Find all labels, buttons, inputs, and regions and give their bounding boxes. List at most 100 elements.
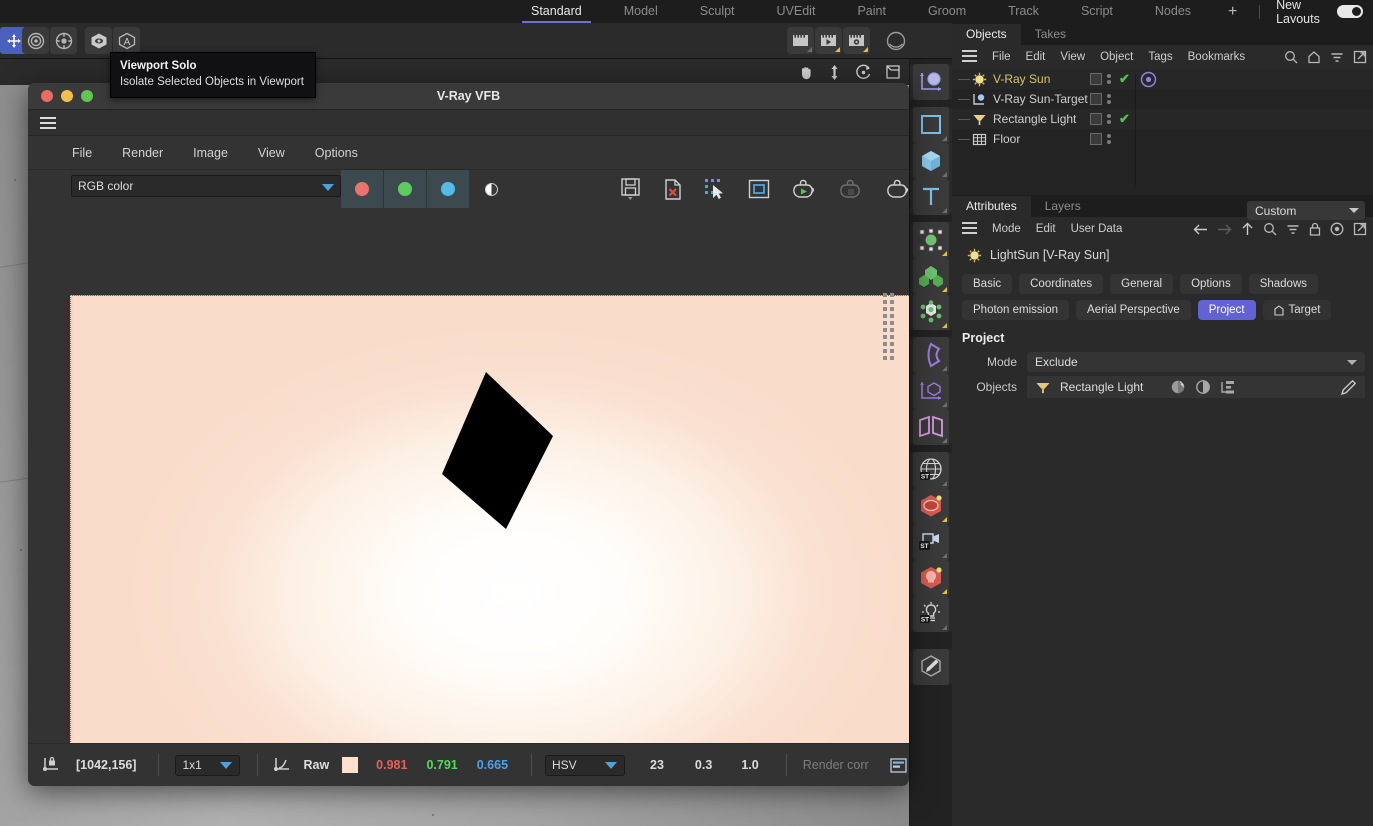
hamburger-icon[interactable] <box>962 221 977 237</box>
deformer-icon[interactable] <box>913 222 949 258</box>
preset-select[interactable]: Custom <box>1247 201 1365 220</box>
hamburger-icon[interactable] <box>40 116 56 129</box>
tab-objects[interactable]: Objects <box>952 24 1021 45</box>
visibility-dots[interactable] <box>1107 114 1111 124</box>
render-settings-icon[interactable] <box>843 27 870 54</box>
vfb-hamburger-bar[interactable] <box>28 110 909 136</box>
visibility-dots[interactable] <box>1107 94 1111 104</box>
tab-groom[interactable]: Groom <box>907 0 987 23</box>
mograph-icon[interactable] <box>913 294 949 330</box>
render-corrections-icon[interactable] <box>890 757 907 773</box>
contrast-toggle-icon[interactable] <box>1195 379 1211 395</box>
tab-nodes[interactable]: Nodes <box>1134 0 1212 23</box>
chip-shadows[interactable]: Shadows <box>1248 274 1319 294</box>
render-view-icon[interactable] <box>787 27 814 54</box>
vray-vfb-window[interactable]: V-Ray VFB File Render Image View Options… <box>28 83 909 786</box>
open-external-icon[interactable] <box>1353 50 1367 64</box>
vray-light-icon[interactable] <box>913 560 949 596</box>
forward-arrow-icon[interactable] <box>1217 223 1232 236</box>
objects-menu-file[interactable]: File <box>992 51 1011 63</box>
attributes-menu-userdata[interactable]: User Data <box>1071 223 1123 235</box>
visibility-dots[interactable] <box>1107 134 1111 144</box>
menu-file[interactable]: File <box>72 146 92 160</box>
environment-sky-icon[interactable]: ST <box>913 452 949 488</box>
tab-layers[interactable]: Layers <box>1031 196 1095 217</box>
up-arrow-icon[interactable] <box>1241 222 1254 236</box>
light-setup-icon[interactable]: ST <box>913 596 949 632</box>
chip-project[interactable]: Project <box>1197 300 1256 320</box>
hierarchy-toggle-icon[interactable] <box>1220 380 1236 395</box>
remove-image-icon[interactable] <box>663 178 683 200</box>
colorspace-select[interactable]: HSV <box>545 754 626 776</box>
dolly-icon[interactable] <box>827 64 842 81</box>
object-tag-icon[interactable] <box>1090 73 1102 85</box>
spline-rectangle-icon[interactable] <box>913 107 949 143</box>
list-item[interactable]: V-Ray Sun ✔ <box>952 69 1373 89</box>
enabled-check-icon[interactable]: ✔ <box>1119 71 1130 87</box>
enabled-check-icon[interactable]: ✔ <box>1119 111 1130 127</box>
chip-target[interactable]: Target <box>1262 300 1332 320</box>
vfb-resize-grip[interactable] <box>883 293 897 373</box>
menu-image[interactable]: Image <box>193 146 228 160</box>
chip-basic[interactable]: Basic <box>962 274 1013 294</box>
viewport-solo-icon[interactable] <box>85 27 112 54</box>
render-stop-icon[interactable] <box>838 178 864 200</box>
axis-cube-icon[interactable] <box>913 373 949 409</box>
green-channel-button[interactable] <box>384 170 427 208</box>
pencil-icon[interactable] <box>1340 379 1357 396</box>
chip-photon-emission[interactable]: Photon emission <box>962 300 1070 320</box>
chip-options[interactable]: Options <box>1180 274 1242 294</box>
filter-icon[interactable] <box>1286 222 1300 236</box>
objects-menu-object[interactable]: Object <box>1100 51 1133 63</box>
attributes-menu-mode[interactable]: Mode <box>992 223 1021 235</box>
object-tag-icon[interactable] <box>1090 113 1102 125</box>
filter-icon[interactable] <box>1330 50 1344 64</box>
tab-paint[interactable]: Paint <box>836 0 907 23</box>
objects-menu-bookmarks[interactable]: Bookmarks <box>1188 51 1246 63</box>
frame-icon[interactable] <box>885 64 901 80</box>
annotation-icon[interactable]: A <box>113 27 140 54</box>
zoom-level-select[interactable]: 1x1 <box>175 754 241 776</box>
tab-model[interactable]: Model <box>603 0 679 23</box>
save-image-icon[interactable] <box>620 177 642 201</box>
edit-paint-icon[interactable] <box>913 649 949 685</box>
object-tag-icon[interactable] <box>1090 93 1102 105</box>
region-render-icon[interactable] <box>704 178 727 200</box>
tab-track[interactable]: Track <box>987 0 1060 23</box>
tab-standard[interactable]: Standard <box>510 0 603 23</box>
channel-select[interactable]: RGB color <box>71 175 341 197</box>
symmetry-icon[interactable] <box>913 409 949 445</box>
tab-takes[interactable]: Takes <box>1021 24 1080 45</box>
shadow-toggle-icon[interactable] <box>1170 379 1186 395</box>
tab-attributes[interactable]: Attributes <box>952 196 1031 217</box>
add-layout-button[interactable]: + <box>1212 0 1253 23</box>
snap-target-icon[interactable] <box>22 27 49 54</box>
tab-uvedit[interactable]: UVEdit <box>756 0 837 23</box>
material-sphere-icon[interactable] <box>882 27 909 54</box>
frame-stamp-icon[interactable] <box>748 179 770 199</box>
chip-aerial-perspective[interactable]: Aerial Perspective <box>1076 300 1191 320</box>
gear-tool-icon[interactable] <box>50 27 77 54</box>
pixel-lock-icon[interactable] <box>42 756 60 774</box>
orbit-icon[interactable] <box>855 64 872 81</box>
record-icon[interactable] <box>1330 222 1344 236</box>
object-tag-icon[interactable] <box>1090 133 1102 145</box>
vray-material-icon[interactable] <box>913 488 949 524</box>
axis-null-icon[interactable] <box>913 64 949 100</box>
chip-general[interactable]: General <box>1110 274 1174 294</box>
cube-primitive-icon[interactable] <box>913 143 949 179</box>
chip-coordinates[interactable]: Coordinates <box>1019 274 1104 294</box>
search-icon[interactable] <box>1284 50 1298 64</box>
render-last-icon[interactable] <box>885 178 909 200</box>
menu-view[interactable]: View <box>258 146 285 160</box>
objects-link-field[interactable]: Rectangle Light <box>1027 376 1365 398</box>
render-preview-icon[interactable] <box>815 27 842 54</box>
list-item[interactable]: Floor <box>952 129 1373 149</box>
open-external-icon[interactable] <box>1353 222 1367 236</box>
tab-sculpt[interactable]: Sculpt <box>679 0 756 23</box>
array-generator-icon[interactable] <box>913 258 949 294</box>
vray-sun-tag-icon[interactable] <box>1140 71 1157 88</box>
red-channel-button[interactable] <box>341 170 384 208</box>
back-arrow-icon[interactable] <box>1193 223 1208 236</box>
blue-channel-button[interactable] <box>427 170 470 208</box>
